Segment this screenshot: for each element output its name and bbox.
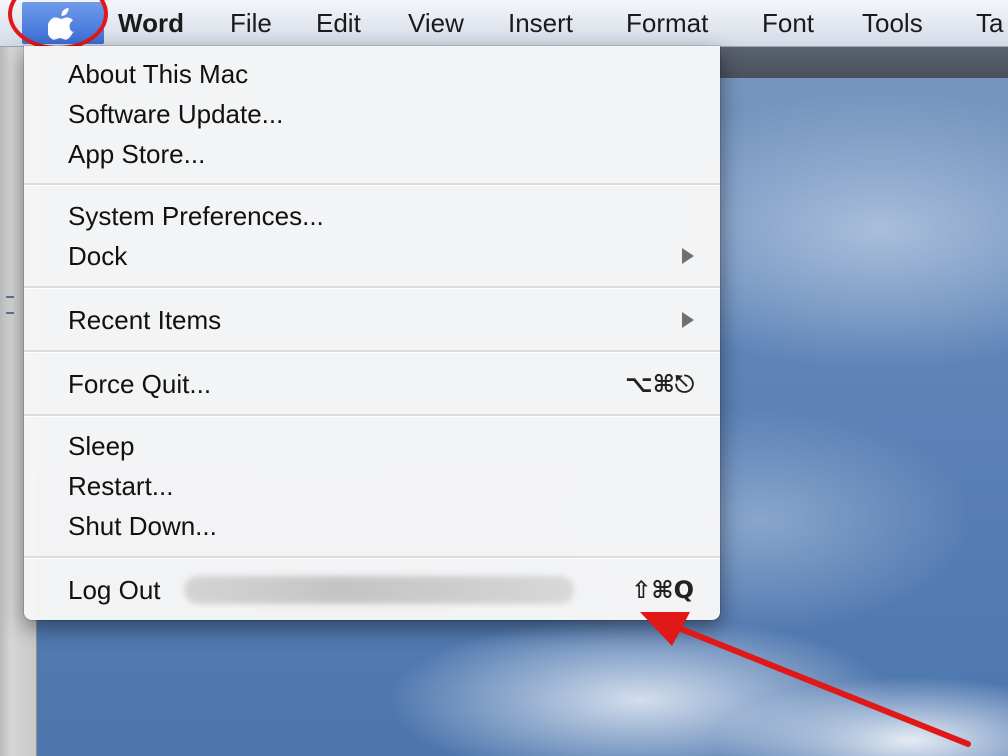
menu-view[interactable]: View <box>408 8 464 38</box>
menu-item-app-store[interactable]: App Store... <box>68 134 205 174</box>
menu-table[interactable]: Ta <box>976 8 1003 38</box>
force-quit-shortcut: ⌥⌘⎋ <box>625 370 694 398</box>
menu-insert[interactable]: Insert <box>508 8 573 38</box>
menu-bar: Word File Edit View Insert Format Font T… <box>0 0 1008 50</box>
menu-separator <box>24 286 720 289</box>
menu-separator <box>24 556 720 559</box>
menu-word[interactable]: Word <box>118 8 184 38</box>
menu-item-dock[interactable]: Dock <box>68 236 127 276</box>
menu-tools[interactable]: Tools <box>862 8 923 38</box>
menu-item-about-this-mac[interactable]: About This Mac <box>68 54 248 94</box>
menu-file[interactable]: File <box>230 8 272 38</box>
blurred-user-name <box>184 576 574 604</box>
menu-item-shut-down[interactable]: Shut Down... <box>68 506 217 546</box>
menu-font[interactable]: Font <box>762 8 814 38</box>
menu-item-log-out[interactable]: Log Out <box>68 570 161 610</box>
menu-format[interactable]: Format <box>626 8 708 38</box>
menu-item-system-preferences[interactable]: System Preferences... <box>68 196 324 236</box>
submenu-arrow-icon <box>682 312 694 328</box>
menu-item-sleep[interactable]: Sleep <box>68 426 135 466</box>
menu-edit[interactable]: Edit <box>316 8 361 38</box>
menu-item-force-quit[interactable]: Force Quit... <box>68 364 211 404</box>
ruler-icon <box>6 296 14 314</box>
log-out-shortcut: ⇧⌘Q <box>631 576 694 604</box>
menu-item-recent-items[interactable]: Recent Items <box>68 300 221 340</box>
menu-item-software-update[interactable]: Software Update... <box>68 94 283 134</box>
menu-separator <box>24 350 720 353</box>
menu-separator <box>24 414 720 417</box>
menu-separator <box>24 183 720 186</box>
apple-menu-dropdown: About This Mac Software Update... App St… <box>24 46 720 620</box>
submenu-arrow-icon <box>682 248 694 264</box>
app-toolbar-strip <box>720 46 1008 78</box>
menu-item-restart[interactable]: Restart... <box>68 466 173 506</box>
